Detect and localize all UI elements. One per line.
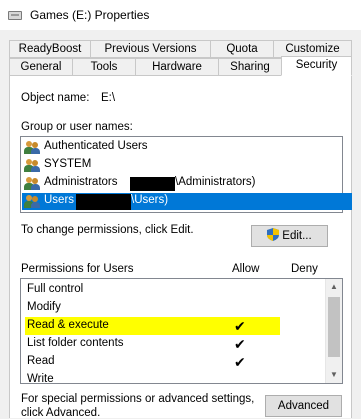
users-group-icon [24,177,40,190]
tab-sharing[interactable]: Sharing [218,58,282,76]
redaction-box [76,194,131,210]
deny-header: Deny [291,263,318,275]
tab-security[interactable]: Security [281,56,352,76]
permission-row: List folder contents ✔ [21,335,321,353]
user-item-label: Users [44,194,75,206]
advanced-button[interactable]: Advanced [265,395,342,417]
tab-previous-versions[interactable]: Previous Versions [90,40,211,58]
scroll-up-icon[interactable]: ▲ [326,279,342,295]
tab-hardware[interactable]: Hardware [135,58,219,76]
scroll-down-icon[interactable]: ▼ [326,367,342,383]
user-item-label: SYSTEM [44,158,92,170]
redaction-box [130,177,175,191]
allow-check: ✔ [234,354,246,370]
tab-quota[interactable]: Quota [210,40,274,58]
tab-readyboost[interactable]: ReadyBoost [9,40,91,58]
object-name-value: E:\ [101,92,116,104]
permission-row: Read & execute ✔ [21,317,321,335]
object-name-label: Object name: [21,92,90,104]
edit-button-label: Edit... [282,230,312,242]
permission-row: Modify [21,299,321,317]
advanced-info-line2: click Advanced. [21,407,101,419]
scroll-thumb[interactable] [328,297,340,357]
user-item-label: Authenticated Users [44,140,148,152]
permission-name: Write [27,373,54,384]
permission-row: Full control [21,281,321,299]
user-item-suffix: \Users) [131,194,169,206]
user-item-system[interactable]: SYSTEM [22,157,361,174]
change-permissions-text: To change permissions, click Edit. [21,224,194,236]
tab-general[interactable]: General [9,58,73,76]
security-panel: Object name: E:\ Group or user names: Au… [9,75,352,419]
users-group-icon [24,141,40,154]
user-item-authenticated-users[interactable]: Authenticated Users [22,139,361,156]
user-item-suffix: \Administrators) [175,176,256,188]
user-item-label: Administrators [44,176,118,188]
user-item-administrators[interactable]: Administrators \Administrators) [22,175,361,192]
permission-row: Write [21,371,321,384]
permission-name: Modify [27,301,61,313]
drive-icon [8,11,22,20]
allow-check: ✔ [234,336,246,352]
window-title: Games (E:) Properties [30,8,150,22]
permission-name: List folder contents [27,337,124,349]
allow-check: ✔ [234,318,246,334]
users-group-icon [24,195,40,208]
permission-row: Read ✔ [21,353,321,371]
tab-tools[interactable]: Tools [72,58,136,76]
edit-button[interactable]: Edit... [251,225,328,247]
permission-name: Read & execute [27,319,109,331]
allow-header: Allow [232,263,260,275]
permission-name: Full control [27,283,84,295]
group-label: Group or user names: [21,121,133,133]
advanced-info-line1: For special permissions or advanced sett… [21,393,255,405]
permissions-scrollbar[interactable]: ▲ ▼ [325,279,342,383]
permissions-header: Permissions for Users [21,263,134,275]
user-item-users[interactable]: Users \Users) [22,193,352,210]
uac-shield-icon [267,228,280,241]
title-bar: Games (E:) Properties [0,0,361,30]
users-group-icon [24,159,40,172]
user-list[interactable]: Authenticated Users SYSTEM Administrator… [20,136,352,213]
permission-name: Read [27,355,55,367]
permissions-list[interactable]: Full control Modify Read & execute ✔ Lis… [20,278,343,384]
